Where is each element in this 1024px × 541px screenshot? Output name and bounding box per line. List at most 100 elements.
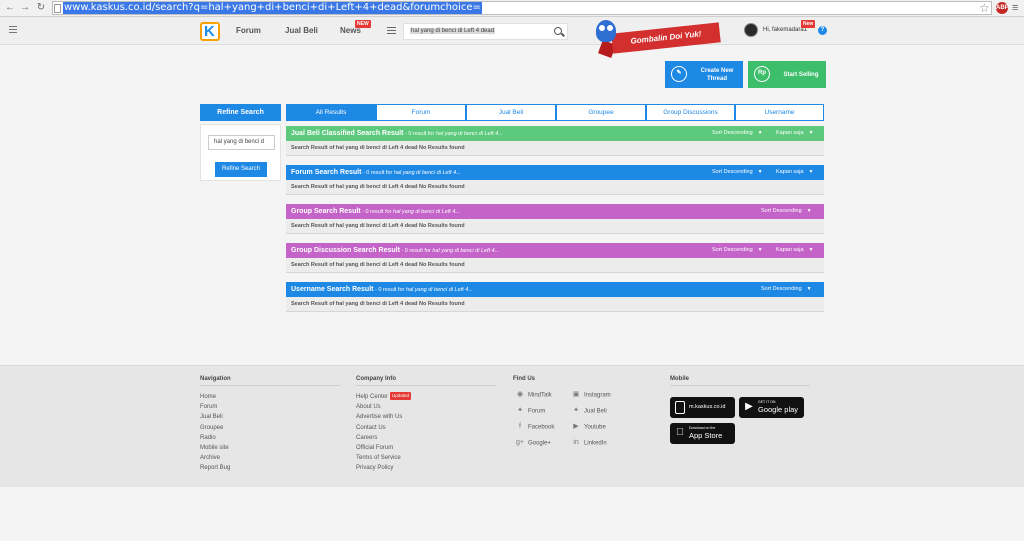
create-thread-button[interactable]: ✎ Create New Thread	[665, 61, 743, 88]
caret-down-icon: ▼	[806, 208, 812, 214]
forum-result-body: Search Result of hal yang di benci di Le…	[286, 180, 824, 195]
logo-k-icon: K	[204, 23, 215, 40]
start-selling-button[interactable]: Rp Start Selling	[748, 61, 826, 88]
reload-icon[interactable]: ↻	[35, 2, 47, 14]
social-twitter-jual-beli[interactable]: ✦ Jual Beli	[572, 407, 607, 415]
google-plus-icon: g+	[516, 439, 524, 446]
social-instagram[interactable]: ▣ Instagram	[572, 391, 611, 399]
footer-link-archive[interactable]: Archive	[200, 453, 340, 463]
sort-dropdown[interactable]: Sort Descending ▼	[761, 282, 812, 297]
time-filter-dropdown[interactable]: Kapan saja ▼	[776, 243, 813, 258]
social-label: Google+	[528, 440, 551, 447]
refine-search-input[interactable]: hal yang di benci d	[208, 135, 275, 150]
kaskus-logo[interactable]: K	[200, 22, 220, 41]
social-mindtalk[interactable]: ◉ MindTalk	[516, 391, 552, 399]
address-url[interactable]: www.kaskus.co.id/search?q=hal+yang+di+be…	[63, 2, 482, 14]
tab-username[interactable]: Username	[735, 104, 824, 121]
result-query: hal yang di benci di Left 4...	[393, 209, 461, 215]
back-icon[interactable]: ←	[4, 2, 16, 14]
social-label: Jual Beli	[584, 408, 607, 415]
sort-dropdown[interactable]: Sort Descending ▼	[712, 165, 763, 180]
hamburger-menu-icon[interactable]	[9, 26, 17, 34]
footer-link-home[interactable]: Home	[200, 392, 340, 402]
footer-link-help-center[interactable]: Help Center Updated	[356, 392, 496, 402]
group-discussion-result-header: Group Discussion Search Result - 0 resul…	[286, 243, 824, 258]
footer-link-advertise[interactable]: Advertise with Us	[356, 412, 496, 422]
result-title-text: Username Search Result	[291, 286, 374, 293]
username-result-header: Username Search Result - 0 result for ha…	[286, 282, 824, 297]
promo-banner[interactable]: Gombalin Doi Yuk!	[590, 18, 730, 62]
time-filter-label: Kapan saja	[776, 247, 804, 253]
caret-down-icon: ▼	[808, 247, 814, 253]
nav-forum[interactable]: Forum	[236, 26, 261, 35]
social-linkedin[interactable]: in LinkedIn	[572, 439, 606, 447]
tab-jual-beli[interactable]: Jual Beli	[466, 104, 556, 121]
result-meta: - 0 result for	[360, 209, 394, 215]
mobile-site-button[interactable]: m.kaskus.co.id	[670, 397, 735, 418]
google-play-button[interactable]: ▶ GET IT ON Google play	[739, 397, 804, 418]
footer-link-groupee[interactable]: Groupee	[200, 423, 340, 433]
extension-icon[interactable]: ABP	[996, 2, 1009, 14]
social-twitter-forum[interactable]: ✦ Forum	[516, 407, 545, 415]
social-youtube[interactable]: ▶ Youtube	[572, 423, 606, 431]
browser-menu-icon[interactable]: ≡	[1012, 1, 1018, 15]
footer-link-forum[interactable]: Forum	[200, 402, 340, 412]
address-bar[interactable]: www.kaskus.co.id/search?q=hal+yang+di+be…	[52, 1, 992, 15]
footer-link-mobile-site[interactable]: Mobile site	[200, 443, 340, 453]
refine-search-button[interactable]: Refine Search	[215, 162, 267, 177]
social-google-plus[interactable]: g+ Google+	[516, 439, 551, 447]
footer-link-contact-us[interactable]: Contact Us	[356, 423, 496, 433]
caret-down-icon: ▼	[757, 247, 763, 253]
tab-forum[interactable]: Forum	[376, 104, 466, 121]
footer-link-privacy[interactable]: Privacy Policy	[356, 463, 496, 473]
sort-dropdown[interactable]: Sort Descending ▼	[712, 243, 763, 258]
sort-dropdown[interactable]: Sort Descending ▼	[761, 204, 812, 219]
caret-down-icon: ▼	[757, 130, 763, 136]
user-greeting[interactable]: Hi, fakemadara1	[763, 27, 807, 33]
social-facebook[interactable]: f Facebook	[516, 423, 554, 431]
time-filter-dropdown[interactable]: Kapan saja ▼	[776, 126, 813, 141]
category-list-icon[interactable]	[387, 27, 396, 35]
footer-link-jual-beli[interactable]: Jual Beli	[200, 412, 340, 422]
phone-icon	[675, 401, 685, 414]
footer-link-about-us[interactable]: About Us	[356, 402, 496, 412]
sort-dropdown[interactable]: Sort Descending ▼	[712, 126, 763, 141]
footer-link-radio[interactable]: Radio	[200, 433, 340, 443]
footer-navigation-title: Navigation	[200, 376, 340, 386]
browser-toolbar: ← → ↻ www.kaskus.co.id/search?q=hal+yang…	[0, 0, 1024, 17]
group-discussion-result-body: Search Result of hal yang di benci di Le…	[286, 258, 824, 273]
sort-label: Sort Descending	[712, 130, 753, 136]
forward-icon[interactable]: →	[19, 2, 31, 14]
avatar[interactable]	[744, 23, 758, 37]
footer-link-careers[interactable]: Careers	[356, 433, 496, 443]
footer-navigation: Navigation Home Forum Jual Beli Groupee …	[200, 376, 340, 474]
app-store-button[interactable]:  Download on the App Store	[670, 423, 735, 444]
tab-all-results[interactable]: All Results	[286, 104, 376, 121]
result-query: hal yang di benci di Left 4...	[393, 170, 461, 176]
footer-company: Company Info Help Center Updated About Us…	[356, 376, 496, 474]
help-icon[interactable]: ?	[818, 26, 827, 35]
footer-find-us: Find Us	[513, 376, 653, 391]
result-meta: - 0 result for	[399, 248, 433, 254]
tab-group-discussions[interactable]: Group Discussions	[646, 104, 735, 121]
tab-groupee[interactable]: Groupee	[556, 104, 646, 121]
footer-link-report-bug[interactable]: Report Bug	[200, 463, 340, 473]
header-search-input[interactable]: hal yang di benci di Left 4 dead	[403, 23, 568, 40]
time-filter-label: Kapan saja	[776, 130, 804, 136]
mobile-site-label: m.kaskus.co.id	[689, 404, 726, 410]
time-filter-dropdown[interactable]: Kapan saja ▼	[776, 165, 813, 180]
news-new-badge: NEW	[355, 20, 371, 28]
youtube-icon: ▶	[573, 423, 579, 430]
username-result-body: Search Result of hal yang di benci di Le…	[286, 297, 824, 312]
nav-jual-beli[interactable]: Jual Beli	[285, 26, 318, 35]
search-icon[interactable]	[554, 27, 562, 35]
bookmark-star-icon[interactable]: ☆	[979, 1, 990, 15]
footer-mobile-title: Mobile	[670, 376, 810, 386]
result-query: hal yang di benci di Left 4...	[405, 287, 473, 293]
result-title-text: Group Discussion Search Result	[291, 247, 400, 254]
result-title-text: Group Search Result	[291, 208, 361, 215]
result-title: Jual Beli Classified Search Result - 0 r…	[291, 126, 503, 142]
pencil-icon: ✎	[671, 66, 687, 82]
footer-link-official-forum[interactable]: Official Forum	[356, 443, 496, 453]
footer-link-terms[interactable]: Terms of Service	[356, 453, 496, 463]
